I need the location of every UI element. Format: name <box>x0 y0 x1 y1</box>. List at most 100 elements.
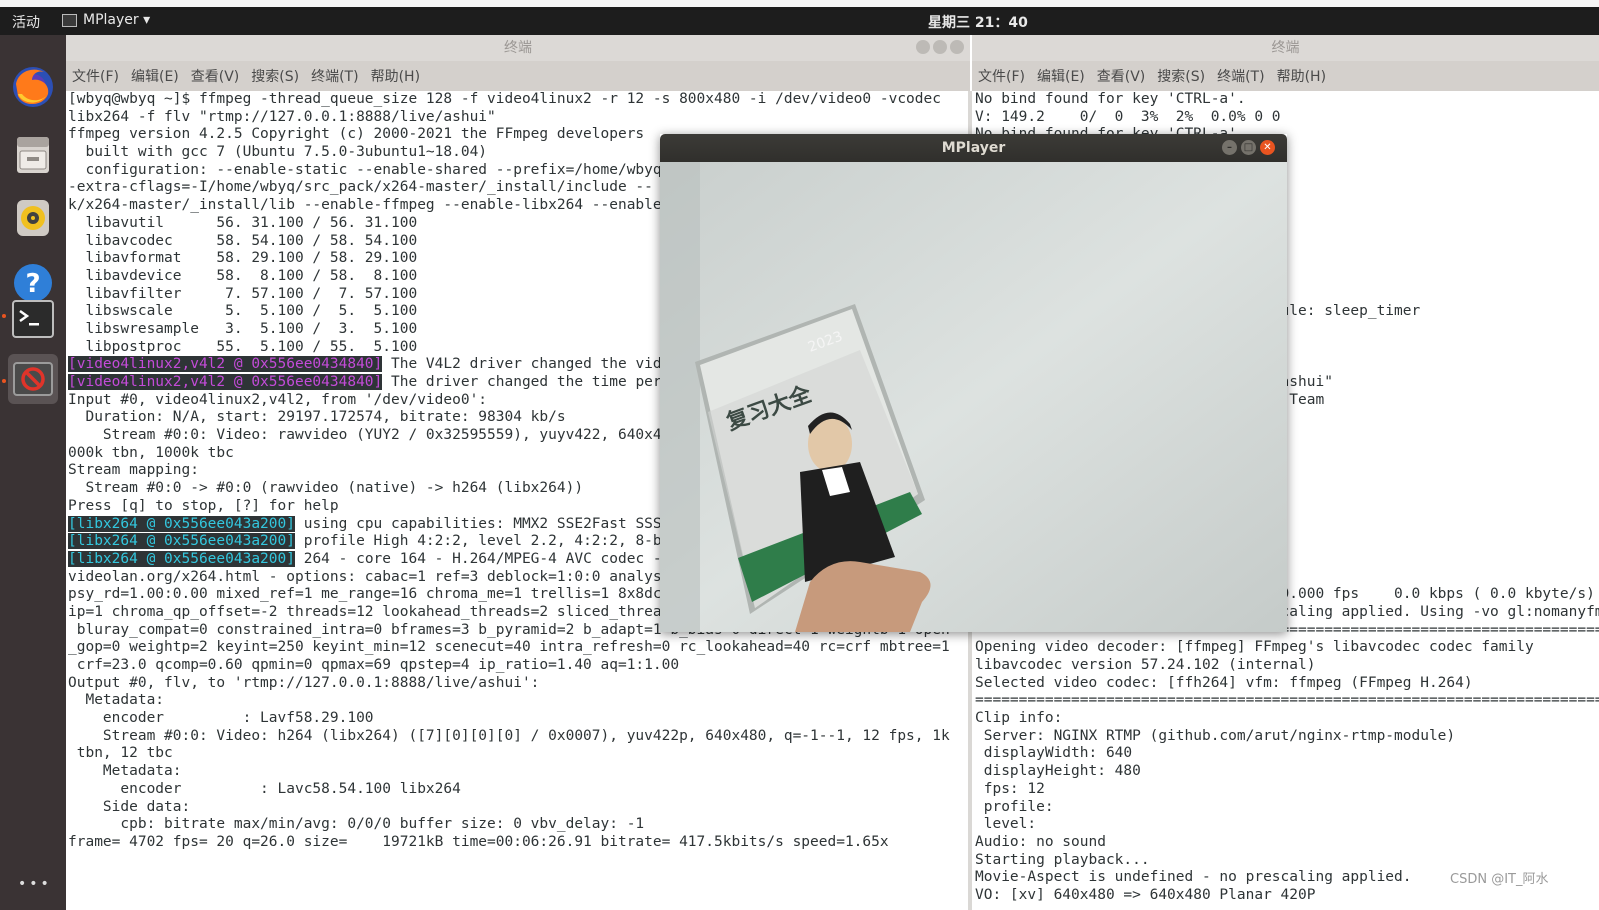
line-text: libavcodec version 57.24.102 (internal) <box>975 657 1316 673</box>
line-text: encoder : Lavc58.54.100 libx264 <box>68 780 461 797</box>
left-terminal-titlebar[interactable]: 终端 <box>66 35 970 61</box>
rhythmbox-icon <box>17 200 49 236</box>
line-text: crf=23.0 qcomp=0.60 qpmin=0 qpmax=69 qps… <box>68 657 680 673</box>
mplayer-window-controls: – □ ✕ <box>1222 140 1275 155</box>
line-text: encoder : Lavf58.29.100 <box>68 710 374 727</box>
menu-item[interactable]: 查看(V) <box>1097 66 1146 86</box>
right-terminal-menubar: 文件(F) 编辑(E) 查看(V) 搜索(S) 终端(T) 帮助(H) <box>972 61 1599 91</box>
files-icon <box>17 137 49 173</box>
line-text: [wbyq@wbyq ~]$ ffmpeg -thread_queue_size… <box>68 91 941 107</box>
menu-item[interactable]: 编辑(E) <box>131 66 179 86</box>
line-text: libpostproc 55. 5.100 / 55. 5.100 <box>68 338 418 355</box>
close-button[interactable] <box>950 40 964 54</box>
line-text: ffmpeg version 4.2.5 Copyright (c) 2000-… <box>68 126 645 143</box>
menu-item[interactable]: 文件(F) <box>978 66 1025 86</box>
menu-item[interactable]: 编辑(E) <box>1037 66 1085 86</box>
line-text: Starting playback... <box>975 851 1150 868</box>
menu-item[interactable]: 帮助(H) <box>371 66 420 86</box>
video-frame[interactable]: 2023 复习大全 <box>660 162 1287 632</box>
window-controls <box>916 40 964 54</box>
line-text: Clip info: <box>975 710 1063 727</box>
line-text: libavcodec 58. 54.100 / 58. 54.100 <box>68 232 418 249</box>
mplayer-window[interactable]: MPlayer – □ ✕ 2023 复习大全 <box>660 134 1287 632</box>
terminal-line: Server: NGINX RTMP (github.com/arut/ngin… <box>975 728 1599 746</box>
line-text: Stream #0:0: Video: rawvideo (YUY2 / 0x3… <box>68 427 680 444</box>
terminal-line: _gop=0 weightp=2 keyint=250 keyint_min=1… <box>68 639 968 657</box>
line-text: Opening video decoder: [ffmpeg] FFmpeg's… <box>975 639 1534 656</box>
line-text: libswscale 5. 5.100 / 5. 5.100 <box>68 303 418 320</box>
clock[interactable]: 星期三 21：40 <box>928 12 1028 32</box>
show-apps-dots[interactable]: ••• <box>18 876 52 892</box>
close-icon[interactable]: ✕ <box>1260 140 1275 155</box>
line-text: Metadata: <box>68 692 165 709</box>
menu-item[interactable]: 帮助(H) <box>1277 66 1326 86</box>
line-text: Output #0, flv, to 'rtmp://127.0.0.1:888… <box>68 674 540 691</box>
terminal-line: encoder : Lavf58.29.100 <box>68 710 968 728</box>
line-text: Movie-Aspect is undefined - no prescalin… <box>975 869 1412 886</box>
line-text: level: <box>975 816 1037 833</box>
line-text: The driver changed the time per <box>382 374 662 390</box>
terminal-icon <box>12 300 54 338</box>
terminal-line: Starting playback... <box>975 852 1599 870</box>
maximize-icon[interactable]: □ <box>1241 140 1256 155</box>
terminal-line: ========================================… <box>975 692 1599 710</box>
mplayer-titlebar[interactable]: MPlayer – □ ✕ <box>660 134 1287 162</box>
line-text: tbn, 12 tbc <box>68 745 173 762</box>
terminal-line: tbn, 12 tbc <box>68 745 968 763</box>
line-text: libavfilter 7. 57.100 / 7. 57.100 <box>68 285 418 302</box>
line-text: k/x264-master/_install/lib --enable-ffmp… <box>68 197 697 214</box>
window-title: 终端 <box>504 40 532 56</box>
terminal-line: Metadata: <box>68 763 968 781</box>
terminal-line: Stream #0:0: Video: h264 (libx264) ([7][… <box>68 728 968 746</box>
dock-mplayer[interactable] <box>8 354 58 404</box>
log-tag: [video4linux2,v4l2 @ 0x556ee0434840] <box>68 356 383 373</box>
line-text: frame= 4702 fps= 20 q=26.0 size= 19721kB… <box>68 833 889 850</box>
line-text: Duration: N/A, start: 29197.172574, bitr… <box>68 409 566 426</box>
line-text: libx264 -f flv "rtmp://127.0.0.1:8888/li… <box>68 108 496 125</box>
mplayer-title: MPlayer <box>941 140 1006 156</box>
line-text: profile High 4:2:2, level 2.2, 4:2:2, 8-… <box>294 533 680 550</box>
terminal-line: Metadata: <box>68 692 968 710</box>
minimize-button[interactable] <box>916 40 930 54</box>
line-text: Side data: <box>68 798 191 815</box>
line-text: profile: <box>975 798 1054 815</box>
dock-rhythmbox[interactable] <box>8 193 58 243</box>
line-text: Input #0, video4linux2,v4l2, from '/dev/… <box>68 391 488 408</box>
dock-firefox[interactable] <box>8 62 58 112</box>
running-indicator <box>2 379 6 383</box>
line-text: Stream #0:0 -> #0:0 (rawvideo (native) -… <box>68 480 584 497</box>
log-tag: [libx264 @ 0x556ee043a200] <box>68 550 295 567</box>
maximize-button[interactable] <box>933 40 947 54</box>
menu-item[interactable]: 搜索(S) <box>251 66 299 86</box>
line-text: built with gcc 7 (Ubuntu 7.5.0-3ubuntu1~… <box>68 144 488 161</box>
activities-button[interactable]: 活动 <box>12 12 40 32</box>
terminal-line: frame= 4702 fps= 20 q=26.0 size= 19721kB… <box>68 834 968 852</box>
right-terminal-titlebar[interactable]: 终端 <box>972 35 1599 61</box>
minimize-icon[interactable]: – <box>1222 140 1237 155</box>
line-text: The V4L2 driver changed the video <box>382 356 680 373</box>
terminal-line: encoder : Lavc58.54.100 libx264 <box>68 781 968 799</box>
terminal-line: [wbyq@wbyq ~]$ ffmpeg -thread_queue_size… <box>68 91 968 109</box>
watermark: CSDN @IT_阿水 <box>1450 872 1549 887</box>
app-menu[interactable]: MPlayer ▾ <box>62 12 150 28</box>
terminal-line: libx264 -f flv "rtmp://127.0.0.1:8888/li… <box>68 109 968 127</box>
menu-item[interactable]: 终端(T) <box>1217 66 1264 86</box>
dock-files[interactable] <box>8 130 58 180</box>
line-text: Selected video codec: [ffh264] vfm: ffmp… <box>975 674 1473 691</box>
line-text: libavformat 58. 29.100 / 58. 29.100 <box>68 250 418 267</box>
menu-item[interactable]: 文件(F) <box>72 66 119 86</box>
line-text: Metadata: <box>68 763 182 780</box>
line-text: ========================================… <box>975 692 1599 709</box>
menu-item[interactable]: 查看(V) <box>191 66 240 86</box>
menu-item[interactable]: 搜索(S) <box>1157 66 1205 86</box>
log-tag: [libx264 @ 0x556ee043a200] <box>68 515 295 532</box>
menu-item[interactable]: 终端(T) <box>311 66 358 86</box>
terminal-line: crf=23.0 qcomp=0.60 qpmin=0 qpmax=69 qps… <box>68 657 968 675</box>
dock-terminal[interactable] <box>8 294 58 344</box>
window-title: 终端 <box>1271 40 1300 56</box>
line-text: libavutil 56. 31.100 / 56. 31.100 <box>68 214 418 231</box>
line-text: No bind found for key 'CTRL-a'. <box>975 91 1246 107</box>
line-text: 000k tbn, 1000k tbc <box>68 444 234 461</box>
terminal-line: No bind found for key 'CTRL-a'. <box>975 91 1599 109</box>
terminal-line: displayHeight: 480 <box>975 763 1599 781</box>
